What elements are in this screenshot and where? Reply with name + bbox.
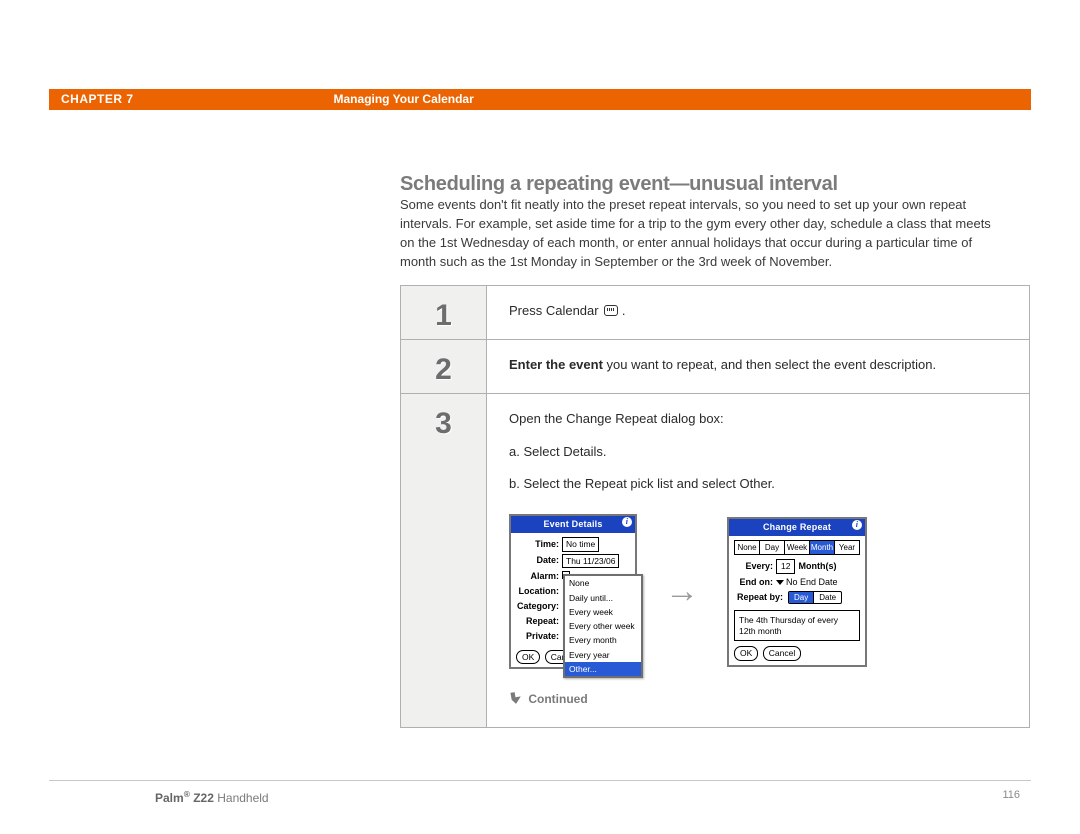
- dd-none[interactable]: None: [565, 576, 641, 590]
- ok-button[interactable]: OK: [516, 650, 540, 664]
- chapter-label: CHAPTER 7: [61, 91, 134, 108]
- step-number: 2: [401, 340, 487, 393]
- brand: Palm: [155, 791, 184, 805]
- chevron-down-icon[interactable]: [776, 580, 784, 585]
- section-title: Scheduling a repeating event—unusual int…: [400, 170, 838, 199]
- step1-text-a: Press Calendar: [509, 303, 602, 318]
- screenshots-row: Event Details i Time:No time Date:Thu 11…: [509, 514, 1007, 669]
- tab-none[interactable]: None: [735, 541, 760, 555]
- event-details-title-text: Event Details: [543, 519, 602, 529]
- arrow-right-icon: →: [665, 567, 699, 616]
- suffix: Handheld: [217, 791, 268, 805]
- dd-daily[interactable]: Daily until...: [565, 591, 641, 605]
- lbl-repeat: Repeat:: [516, 615, 562, 628]
- step3-a: a. Select Details.: [509, 443, 1007, 462]
- lbl-alarm: Alarm:: [516, 570, 562, 583]
- tab-month[interactable]: Month: [810, 541, 835, 555]
- dd-month[interactable]: Every month: [565, 633, 641, 647]
- step-number: 1: [401, 286, 487, 339]
- dd-other[interactable]: Other...: [565, 662, 641, 676]
- lbl-time: Time:: [516, 538, 562, 551]
- step-body: Press Calendar .: [487, 286, 1029, 339]
- end-value[interactable]: No End Date: [786, 576, 838, 589]
- tab-year[interactable]: Year: [835, 541, 859, 555]
- continued-text: Continued: [528, 692, 587, 706]
- tab-day[interactable]: Day: [760, 541, 785, 555]
- step-body: Enter the event you want to repeat, and …: [487, 340, 1029, 393]
- ok-button[interactable]: OK: [734, 646, 758, 660]
- lbl-repeatby: Repeat by:: [734, 591, 786, 604]
- event-details-title: Event Details i: [511, 516, 635, 533]
- footer-rule: [49, 780, 1031, 781]
- repeat-summary: The 4th Thursday of every 12th month: [734, 610, 860, 641]
- change-repeat-buttons: OK Cancel: [729, 646, 865, 664]
- step1-text-b: .: [622, 303, 626, 318]
- step-2: 2 Enter the event you want to repeat, an…: [401, 340, 1029, 394]
- change-repeat-title-text: Change Repeat: [763, 522, 831, 532]
- lbl-endon: End on:: [734, 576, 776, 589]
- footer-brand: Palm® Z22 Handheld: [155, 788, 269, 807]
- unit-label: Month(s): [798, 560, 836, 573]
- info-icon[interactable]: i: [852, 520, 862, 530]
- repeat-dropdown[interactable]: None Daily until... Every week Every oth…: [563, 574, 643, 678]
- calendar-icon: [604, 305, 618, 316]
- step-1: 1 Press Calendar .: [401, 286, 1029, 340]
- seg-date[interactable]: Date: [814, 592, 841, 604]
- step-number: 3: [401, 394, 487, 727]
- lbl-every: Every:: [734, 560, 776, 573]
- page-number: 116: [1002, 788, 1020, 804]
- chapter-header: CHAPTER 7 Managing Your Calendar: [49, 89, 1031, 110]
- info-icon[interactable]: i: [622, 517, 632, 527]
- every-value[interactable]: 12: [776, 559, 795, 573]
- lbl-private: Private:: [516, 630, 562, 643]
- cancel-button[interactable]: Cancel: [763, 646, 801, 660]
- step3-b: b. Select the Repeat pick list and selec…: [509, 475, 1007, 494]
- step-body: Open the Change Repeat dialog box: a. Se…: [487, 394, 1029, 727]
- dd-week[interactable]: Every week: [565, 605, 641, 619]
- continued-label: Continued: [509, 691, 1007, 708]
- tab-week[interactable]: Week: [785, 541, 810, 555]
- repeat-tabs[interactable]: None Day Week Month Year: [734, 540, 860, 556]
- lbl-category: Category:: [516, 600, 562, 613]
- step2-rest: you want to repeat, and then select the …: [603, 357, 936, 372]
- step2-bold: Enter the event: [509, 357, 603, 372]
- chapter-title: Managing Your Calendar: [334, 91, 474, 108]
- section-intro: Some events don't fit neatly into the pr…: [400, 196, 995, 271]
- repeat-by-segment[interactable]: Day Date: [788, 591, 842, 605]
- change-repeat-screen: Change Repeat i None Day Week Month Year…: [727, 517, 867, 667]
- seg-day[interactable]: Day: [789, 592, 814, 604]
- steps-frame: 1 Press Calendar . 2 Enter the event you…: [400, 285, 1030, 728]
- lbl-location: Location:: [516, 585, 562, 598]
- step3-line1: Open the Change Repeat dialog box:: [509, 410, 1007, 429]
- event-details-screen: Event Details i Time:No time Date:Thu 11…: [509, 514, 637, 669]
- dd-year[interactable]: Every year: [565, 648, 641, 662]
- continued-arrow-icon: [509, 692, 521, 704]
- val-date[interactable]: Thu 11/23/06: [562, 554, 619, 568]
- dd-otherweek[interactable]: Every other week: [565, 619, 641, 633]
- model: Z22: [193, 791, 214, 805]
- lbl-date: Date:: [516, 554, 562, 567]
- change-repeat-body: None Day Week Month Year Every: 12 Month…: [729, 536, 865, 647]
- step-3: 3 Open the Change Repeat dialog box: a. …: [401, 394, 1029, 727]
- change-repeat-title: Change Repeat i: [729, 519, 865, 536]
- val-time[interactable]: No time: [562, 537, 599, 551]
